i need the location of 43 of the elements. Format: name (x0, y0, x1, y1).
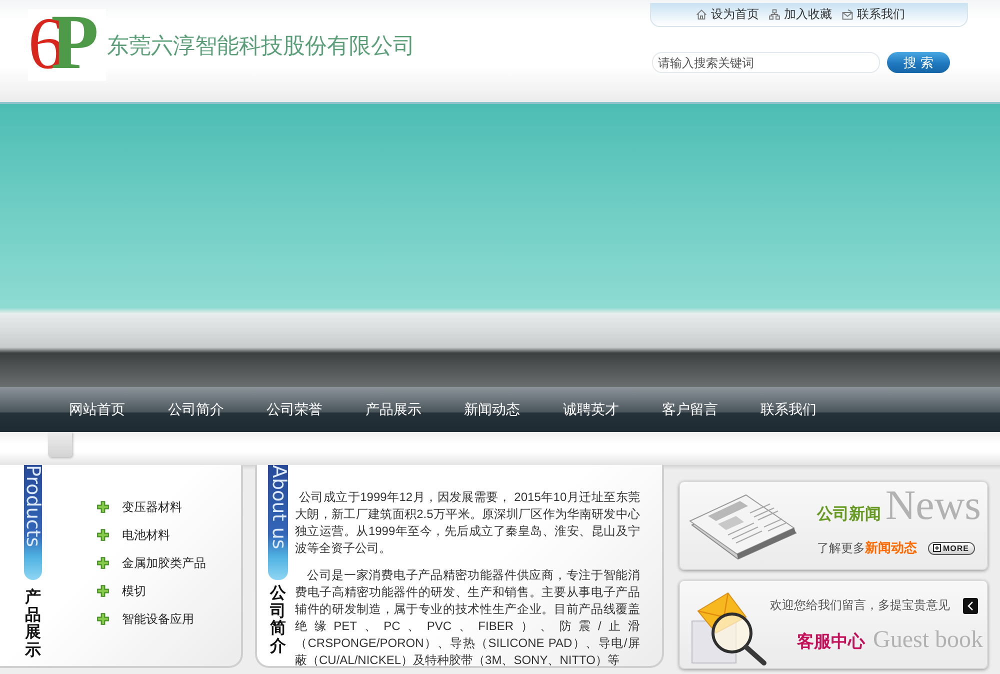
guestbook-title: 客服中心 (797, 631, 865, 653)
plus-square-icon (933, 544, 941, 552)
nav-link[interactable]: 诚聘英才 (562, 400, 619, 418)
plus-icon (97, 501, 109, 513)
search-field[interactable]: 请输入搜索关键词 (652, 52, 880, 73)
background-word: Guest book (873, 628, 983, 652)
about-paragraph: 公司成立于1999年12月，因发展需要， 2015年10月迁址至东莞大朗，新工厂建筑面积2.5万平米。原深圳厂区作为华南研发中心独立运营。从1999年至今，先后成立了秦皇岛、淮安、昆山及宁波等全资子公司。 (295, 489, 640, 557)
guestbook-message: 欢迎您给我们留言，多提宝贵意见 (770, 597, 950, 614)
category-link[interactable]: 变压器材料 (122, 498, 182, 516)
nav-link[interactable]: 公司荣誉 (266, 400, 323, 418)
plus-icon (97, 613, 109, 625)
mail-icon (842, 9, 853, 20)
nav-link[interactable]: 新闻动态 (464, 400, 520, 418)
category-link[interactable]: 电池材料 (122, 526, 170, 544)
about-paragraph: 公司是一家消费电子产品精密功能器件供应商，专注于智能消费电子高精密功能器件的研发、生产和销售。主要从事电子产品辅件的研发制造，属于专业的技术性生产企业。目前产品线覆盖绝缘PET、PC、PVC、FIBER）、防震/止滑（CRSPONGE/PORON）、导热（SILICONE PAD）、导电/屏蔽（CU/AL/NICKEL）及特种胶带（3M、SONY、NITTO）等 (295, 567, 640, 669)
nav-link[interactable]: 公司简介 (168, 400, 224, 418)
plus-icon (97, 529, 109, 541)
quick-link[interactable]: 设为首页 (696, 6, 759, 23)
chevron-icon[interactable] (963, 598, 978, 614)
section-title: 公司简介 (270, 585, 286, 656)
nav-link[interactable]: 产品展示 (365, 400, 422, 418)
section-tag: About us (268, 465, 288, 580)
category-link[interactable]: 金属加胶类产品 (122, 554, 206, 572)
search-button[interactable]: 搜 索 (887, 52, 950, 73)
home-icon (696, 9, 707, 20)
plus-icon (97, 557, 109, 569)
sitemap-icon (769, 9, 780, 20)
nav-link[interactable]: 联系我们 (760, 400, 817, 418)
more-button[interactable]: MORE (928, 542, 975, 554)
section-title: 产品展示 (25, 589, 41, 660)
company-name: 东莞六淳智能科技股份有限公司 (107, 32, 415, 60)
nav-link[interactable]: 网站首页 (69, 400, 125, 418)
news-lead-text: 了解更多 (817, 540, 865, 556)
plus-icon (97, 585, 109, 597)
quick-link[interactable]: 联系我们 (842, 6, 905, 23)
quick-link[interactable]: 加入收藏 (769, 6, 832, 23)
news-title: 公司新闻 (817, 504, 881, 525)
category-link[interactable]: 智能设备应用 (122, 610, 194, 628)
category-link[interactable]: 模切 (122, 582, 146, 600)
notch-decoration (48, 432, 72, 457)
nav-link[interactable]: 客户留言 (662, 400, 718, 418)
section-tag: Products (24, 465, 42, 580)
background-word: News (885, 485, 981, 527)
